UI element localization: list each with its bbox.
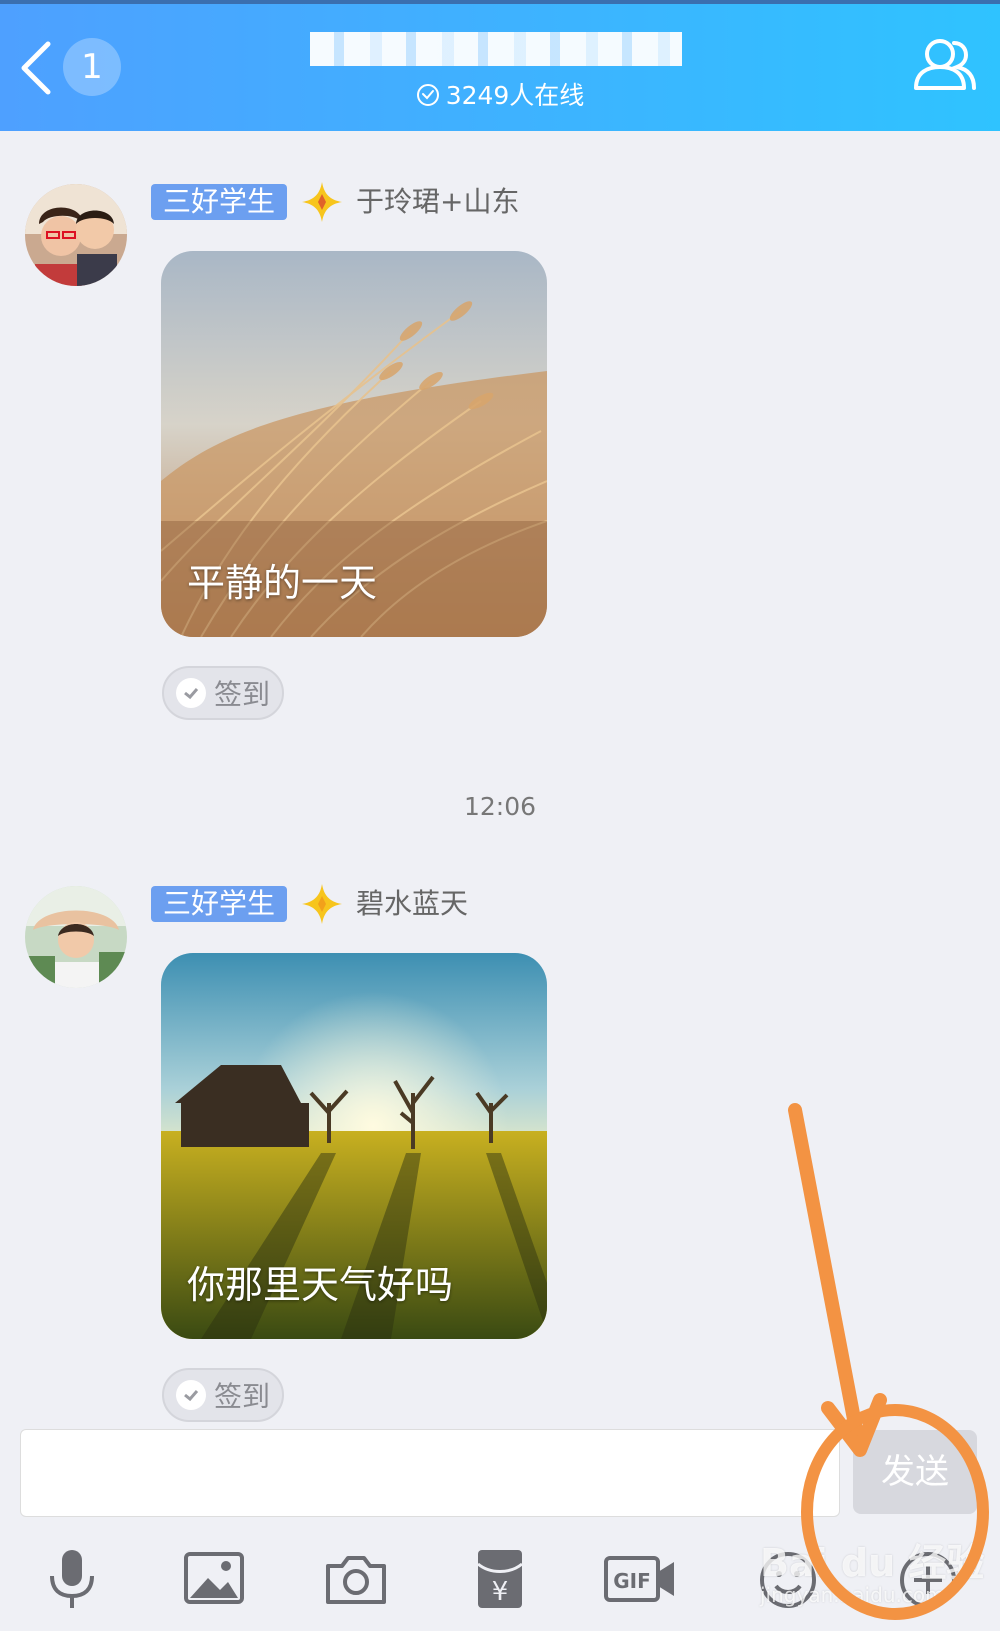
username[interactable]: 于玲珺+山东 xyxy=(356,184,519,220)
image-caption: 平静的一天 xyxy=(187,561,378,605)
checkin-label: 签到 xyxy=(214,1380,271,1413)
gif-icon[interactable]: GIF xyxy=(604,1546,676,1612)
online-count-text: 3249人在线 xyxy=(445,81,585,110)
image-caption: 你那里天气好吗 xyxy=(187,1263,454,1307)
user-title-tag: 三好学生 xyxy=(151,184,288,220)
watermark-brand: Bai du 经验 xyxy=(760,1541,985,1585)
checkin-pill[interactable]: 签到 xyxy=(162,1368,284,1422)
checkin-label: 签到 xyxy=(214,678,271,711)
level-star-icon xyxy=(302,884,342,924)
message-image-card[interactable]: 你那里天气好吗 xyxy=(161,953,547,1339)
annotation-arrow-shaft xyxy=(788,1103,865,1447)
online-check-icon xyxy=(416,84,439,106)
watermark-url: jingyan.baidu.com xyxy=(760,1583,945,1607)
checkin-pill[interactable]: 签到 xyxy=(162,666,284,720)
avatar[interactable] xyxy=(25,886,127,988)
user-title-tag: 三好学生 xyxy=(151,886,288,922)
chat-header: 1 3249人在线 xyxy=(0,0,1000,131)
level-star-icon xyxy=(302,182,342,222)
message-timestamp: 12:06 xyxy=(463,792,537,821)
online-count: 3249人在线 xyxy=(0,76,1000,112)
heart-check-icon xyxy=(176,678,206,708)
microphone-icon[interactable] xyxy=(40,1546,104,1612)
status-strip xyxy=(0,0,1000,4)
message-image-card[interactable]: 平静的一天 xyxy=(161,251,547,637)
svg-text:GIF: GIF xyxy=(613,1569,651,1593)
message-input[interactable] xyxy=(20,1429,840,1517)
image-icon[interactable] xyxy=(182,1546,246,1612)
group-members-icon[interactable] xyxy=(910,34,978,96)
send-button[interactable]: 发送 xyxy=(853,1430,977,1514)
group-title-blurred xyxy=(310,32,682,66)
avatar[interactable] xyxy=(25,184,127,286)
red-packet-icon[interactable]: ¥ xyxy=(468,1546,532,1612)
svg-text:¥: ¥ xyxy=(492,1577,509,1607)
baidu-watermark: Bai du 经验 jingyan.baidu.com xyxy=(760,1532,984,1607)
username[interactable]: 碧水蓝天 xyxy=(356,886,468,922)
camera-icon[interactable] xyxy=(324,1546,388,1612)
heart-check-icon xyxy=(176,1380,206,1410)
